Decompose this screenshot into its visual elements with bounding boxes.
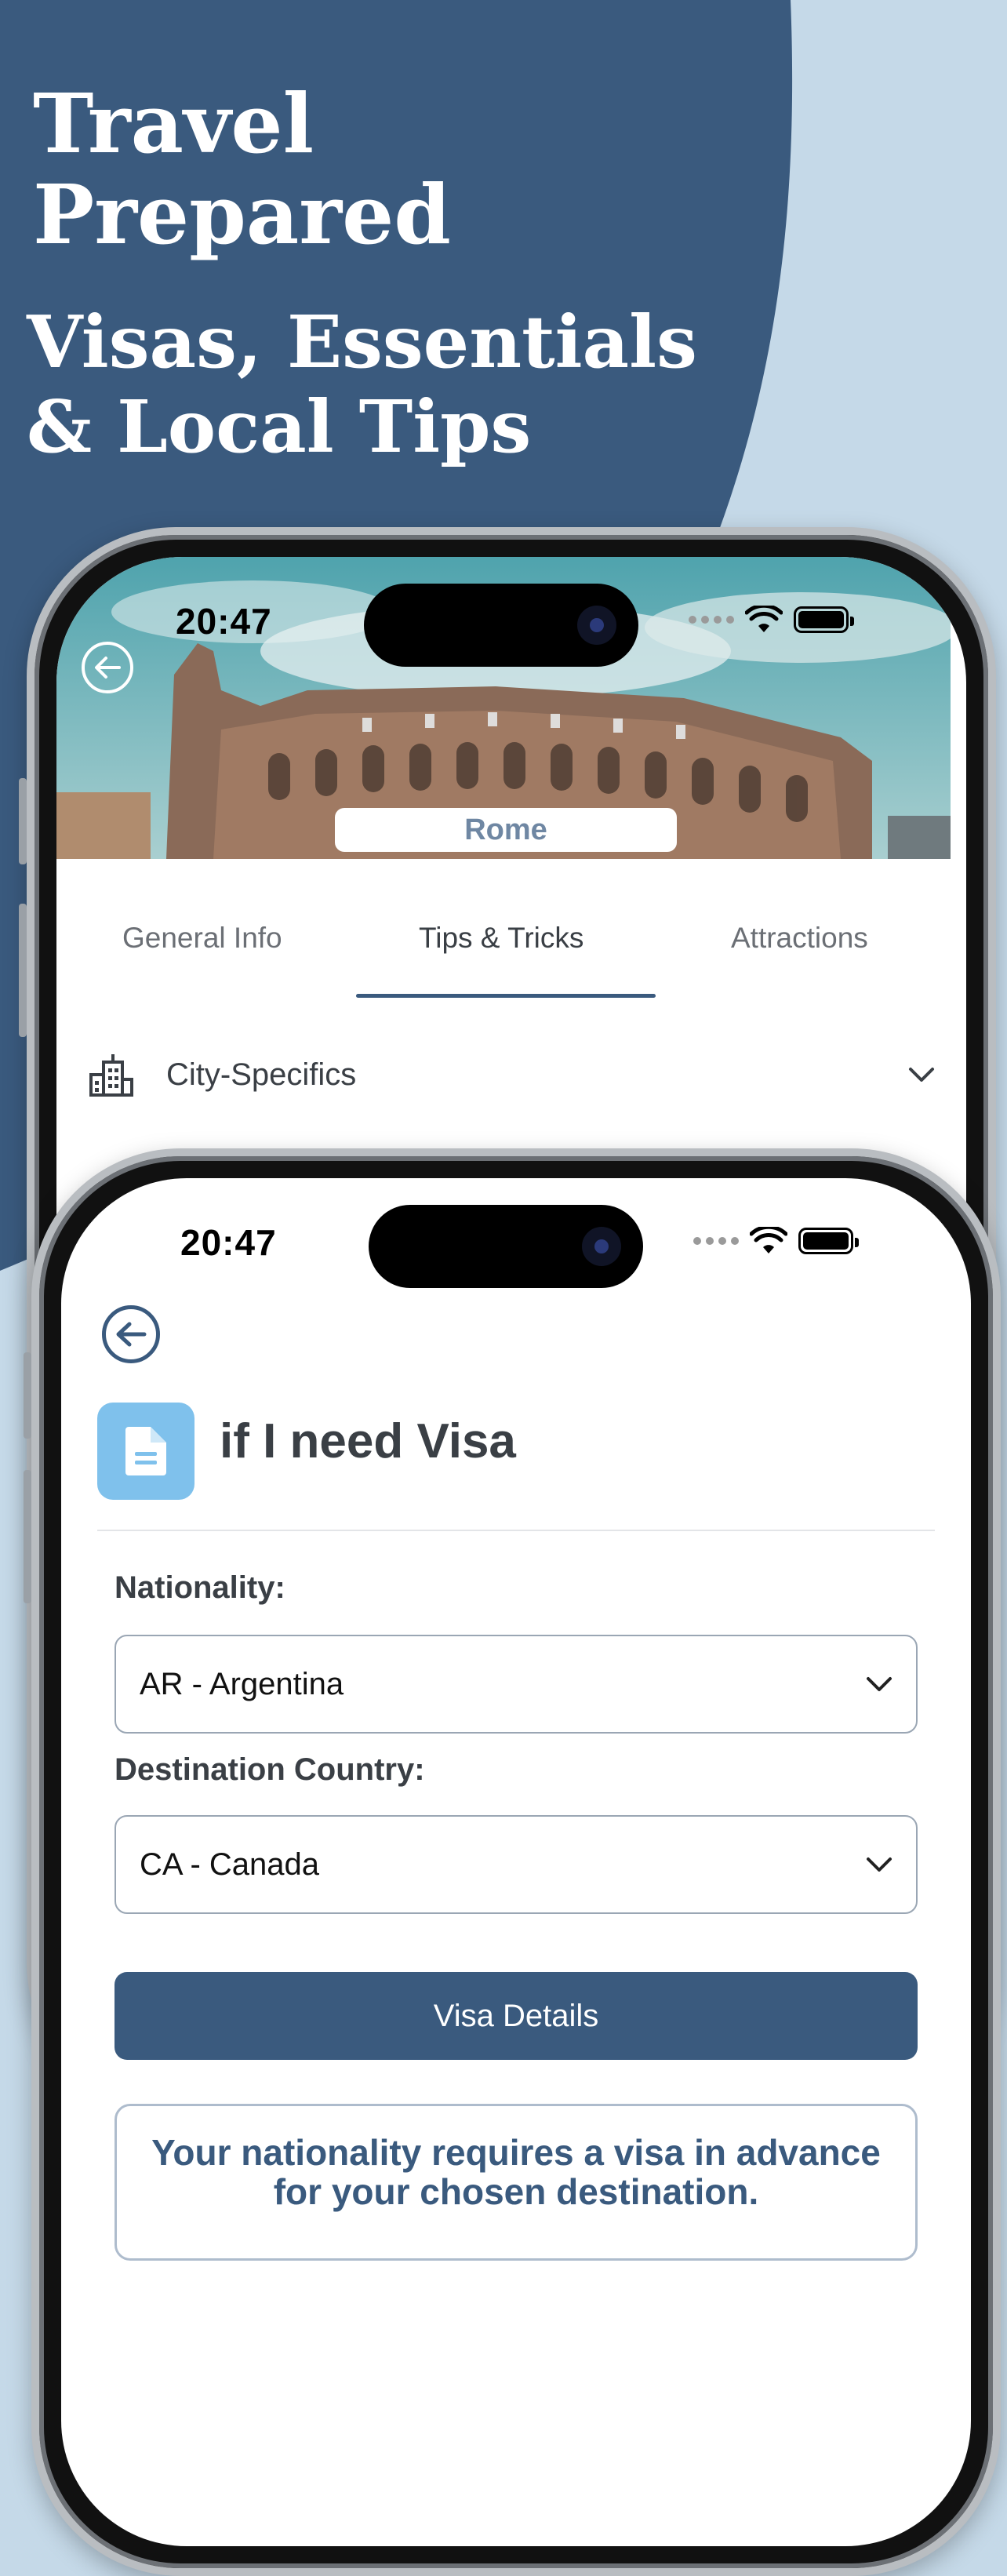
document-icon-tile bbox=[97, 1403, 194, 1500]
promo-subline: Visas, Essentials & Local Tips bbox=[27, 300, 697, 469]
arrow-left-icon bbox=[116, 1322, 147, 1347]
promo-headline: Travel Prepared bbox=[33, 75, 451, 263]
city-building-icon bbox=[89, 1054, 133, 1097]
nationality-select[interactable]: AR - Argentina bbox=[115, 1635, 918, 1734]
section-label: City-Specifics bbox=[166, 1057, 357, 1092]
document-icon bbox=[125, 1427, 166, 1475]
divider bbox=[97, 1530, 935, 1531]
back-button[interactable] bbox=[82, 642, 133, 693]
tab-attractions[interactable]: Attractions bbox=[731, 922, 868, 955]
signal-icon bbox=[693, 1237, 739, 1245]
wifi-icon bbox=[750, 1227, 787, 1253]
chevron-down-icon bbox=[909, 1068, 934, 1082]
visa-screen: 20:47 if I need Visa Nationality: AR - A… bbox=[61, 1178, 971, 2546]
page-title: if I need Visa bbox=[220, 1414, 516, 1468]
dynamic-island bbox=[364, 584, 638, 667]
tab-bar: General Info Tips & Tricks Attractions bbox=[56, 859, 966, 1000]
visa-details-button[interactable]: Visa Details bbox=[115, 1972, 918, 2060]
status-icons bbox=[689, 606, 854, 634]
wifi-icon bbox=[745, 606, 783, 632]
tab-tips-tricks[interactable]: Tips & Tricks bbox=[419, 922, 583, 955]
back-button[interactable] bbox=[102, 1305, 160, 1363]
status-time: 20:47 bbox=[180, 1222, 277, 1263]
tab-general-info[interactable]: General Info bbox=[122, 922, 282, 955]
dynamic-island bbox=[369, 1205, 643, 1288]
active-tab-indicator bbox=[356, 994, 656, 998]
destination-value: CA - Canada bbox=[140, 1846, 320, 1882]
phone-visa-check: 20:47 if I need Visa Nationality: AR - A… bbox=[24, 1148, 1001, 2576]
battery-icon bbox=[794, 606, 854, 633]
chevron-down-icon bbox=[867, 1857, 892, 1872]
status-icons bbox=[693, 1227, 859, 1255]
battery-icon bbox=[798, 1228, 859, 1254]
arrow-left-icon bbox=[95, 657, 121, 679]
nationality-label: Nationality: bbox=[115, 1570, 285, 1605]
destination-select[interactable]: CA - Canada bbox=[115, 1815, 918, 1914]
nationality-value: AR - Argentina bbox=[140, 1666, 344, 1701]
visa-result-notice: Your nationality requires a visa in adva… bbox=[115, 2104, 918, 2261]
city-name-badge: Rome bbox=[335, 808, 677, 852]
destination-label: Destination Country: bbox=[115, 1752, 425, 1787]
chevron-down-icon bbox=[867, 1677, 892, 1691]
signal-icon bbox=[689, 616, 734, 624]
section-city-specifics[interactable]: City-Specifics bbox=[88, 1043, 935, 1106]
status-time: 20:47 bbox=[176, 601, 272, 642]
